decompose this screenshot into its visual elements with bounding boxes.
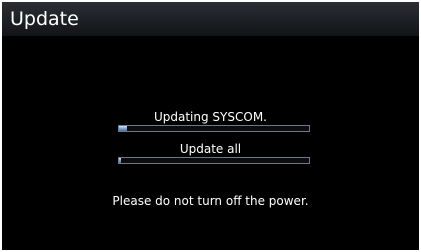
- header-bar: Update: [2, 2, 419, 36]
- page-title: Update: [10, 8, 79, 30]
- current-task-progress-bar: [118, 125, 310, 132]
- overall-progress-fill: [119, 158, 121, 163]
- current-task-progress-fill: [119, 126, 127, 131]
- current-task-label: Updating SYSCOM.: [153, 110, 267, 124]
- overall-progress-bar: [118, 157, 310, 164]
- update-screen: Update Updating SYSCOM. Update all Pleas…: [2, 2, 419, 250]
- power-warning-text: Please do not turn off the power.: [112, 194, 309, 208]
- overall-task-label: Update all: [179, 142, 242, 156]
